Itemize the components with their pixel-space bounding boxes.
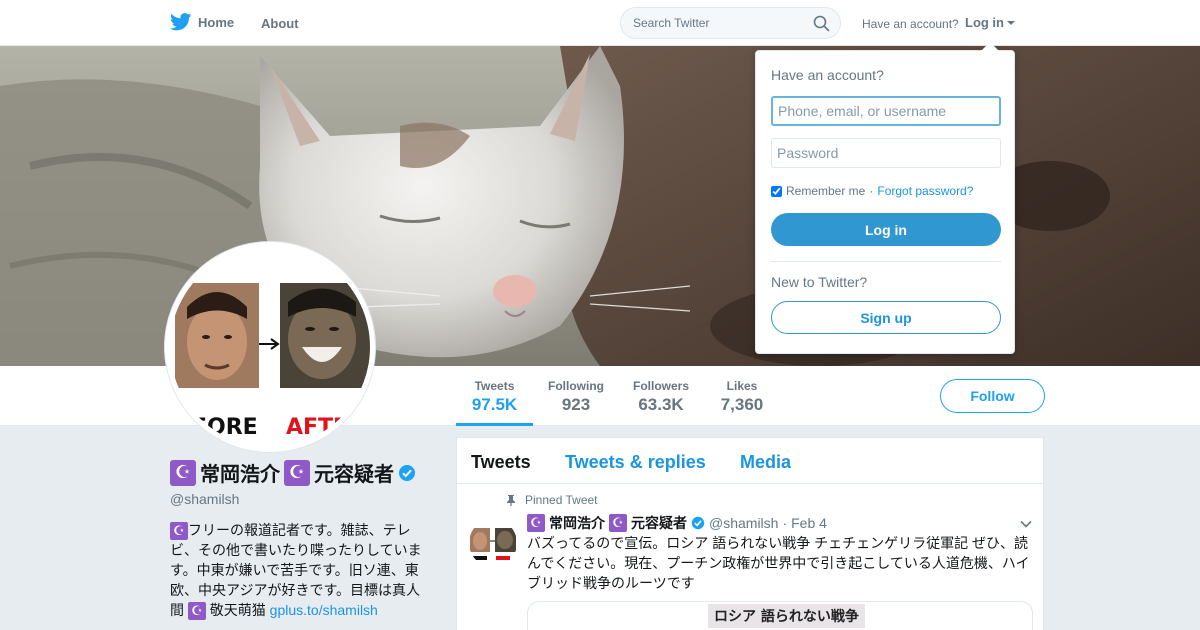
crescent-icon: ☪ [170, 459, 196, 486]
crescent-icon: ☪ [527, 514, 545, 532]
crescent-icon: ☪ [170, 522, 188, 540]
profile-bio: ☪ フリーの報道記者です。雑誌、テレビ、その他で書いたり喋ったりしています。中東が… [170, 520, 428, 620]
search-icon[interactable] [813, 15, 830, 32]
login-dropdown-title: Have an account? [771, 67, 884, 83]
tweet-avatar[interactable] [469, 519, 517, 567]
stat-likes-value: 7,360 [720, 395, 764, 414]
crescent-icon: ☪ [284, 459, 310, 486]
tab-tweets-and-replies[interactable]: Tweets & replies [565, 452, 706, 473]
tweet-author-name[interactable]: 常岡浩介 [549, 513, 605, 533]
crescent-icon: ☪ [187, 602, 206, 620]
stat-followers-label: Followers [632, 379, 689, 393]
login-dropdown-toggle[interactable]: Log in [965, 15, 1015, 30]
profile-handle[interactable]: @shamilsh [170, 491, 239, 507]
chevron-down-icon[interactable] [1019, 517, 1033, 531]
search-box [620, 7, 841, 39]
pinned-tweet-label: Pinned Tweet [525, 493, 598, 507]
avatar-after-text: AFTE [286, 415, 348, 440]
stat-tweets-value: 97.5K [471, 395, 518, 414]
stat-following[interactable]: Following 923 [540, 366, 612, 426]
pinned-tweet-context: Pinned Tweet [505, 493, 598, 507]
profile-avatar[interactable]: FORE AFTE [165, 242, 375, 452]
stat-tweets-label: Tweets [474, 379, 515, 393]
remember-me-label[interactable]: Remember me [786, 184, 865, 198]
remember-me-checkbox[interactable] [771, 185, 782, 197]
pin-icon [507, 495, 515, 506]
stat-following-label: Following [548, 379, 604, 393]
bio-tail: 敬天萌猫 [209, 602, 266, 618]
tweet-author-name-suffix[interactable]: 元容疑者 [631, 513, 687, 533]
follow-button[interactable]: Follow [940, 379, 1045, 413]
login-toggle-label: Log in [965, 15, 1004, 30]
remember-me-row: Remember me · Forgot password? [771, 184, 973, 198]
card-book-title: ロシア 語られない戦争 [708, 604, 865, 628]
tab-tweets[interactable]: Tweets [471, 452, 531, 473]
verified-badge-icon [399, 464, 415, 481]
login-button[interactable]: Log in [771, 213, 1001, 246]
tweet-timestamp[interactable]: Feb 4 [791, 515, 827, 531]
crescent-icon: ☪ [609, 514, 627, 532]
caret-down-icon [1007, 20, 1015, 25]
tweet-text: バズってるので宣伝。ロシア 語られない戦争 チェチェンゲリラ従軍記 ぜひ、読んで… [527, 535, 1030, 591]
login-dropdown: Have an account? Remember me · Forgot pa… [755, 42, 1015, 354]
tweet-header: ☪ 常岡浩介 ☪ 元容疑者 @shamilsh · Feb 4 [527, 513, 827, 533]
stat-followers[interactable]: Followers 63.3K [624, 366, 698, 426]
profile-name: ☪ 常岡浩介 ☪ 元容疑者 [170, 458, 416, 487]
username-field[interactable] [771, 96, 1001, 126]
tweet-separator: · [782, 515, 788, 531]
password-field[interactable] [771, 138, 1001, 168]
twitter-bird-icon [170, 13, 192, 31]
have-account-text: Have an account? [862, 17, 959, 31]
nav-home-label: Home [198, 14, 235, 30]
stat-following-value: 923 [561, 395, 591, 414]
tweet-author-handle[interactable]: @shamilsh [709, 515, 778, 531]
search-input[interactable] [621, 8, 801, 38]
nav-home-link[interactable]: Home [170, 13, 234, 31]
avatar-before-text: FORE [192, 415, 258, 440]
profile-name-text[interactable]: 常岡浩介 [200, 458, 280, 487]
nav-about-link[interactable]: About [261, 16, 299, 31]
timeline: Tweets Tweets & replies Media Pinned Twe… [456, 437, 1044, 630]
profile-name-suffix[interactable]: 元容疑者 [314, 458, 394, 487]
bio-link[interactable]: gplus.to/shamilsh [270, 602, 378, 618]
login-divider [771, 261, 1001, 262]
verified-badge-icon [691, 516, 705, 530]
tweet-media-card[interactable]: ロシア 語られない戦争 [527, 601, 1033, 630]
tab-media[interactable]: Media [740, 452, 791, 473]
timeline-tabs: Tweets Tweets & replies Media [457, 438, 1043, 484]
remember-separator: · [869, 184, 874, 198]
top-navigation-bar: Home About Have an account? Log in [0, 0, 1200, 46]
new-to-twitter-text: New to Twitter? [771, 274, 868, 290]
stat-followers-value: 63.3K [638, 395, 684, 414]
signup-button[interactable]: Sign up [771, 301, 1001, 334]
stat-tweets[interactable]: Tweets 97.5K [456, 366, 533, 426]
forgot-password-link[interactable]: Forgot password? [877, 184, 973, 198]
stat-likes-label: Likes [726, 379, 758, 393]
stat-likes[interactable]: Likes 7,360 [710, 366, 774, 426]
